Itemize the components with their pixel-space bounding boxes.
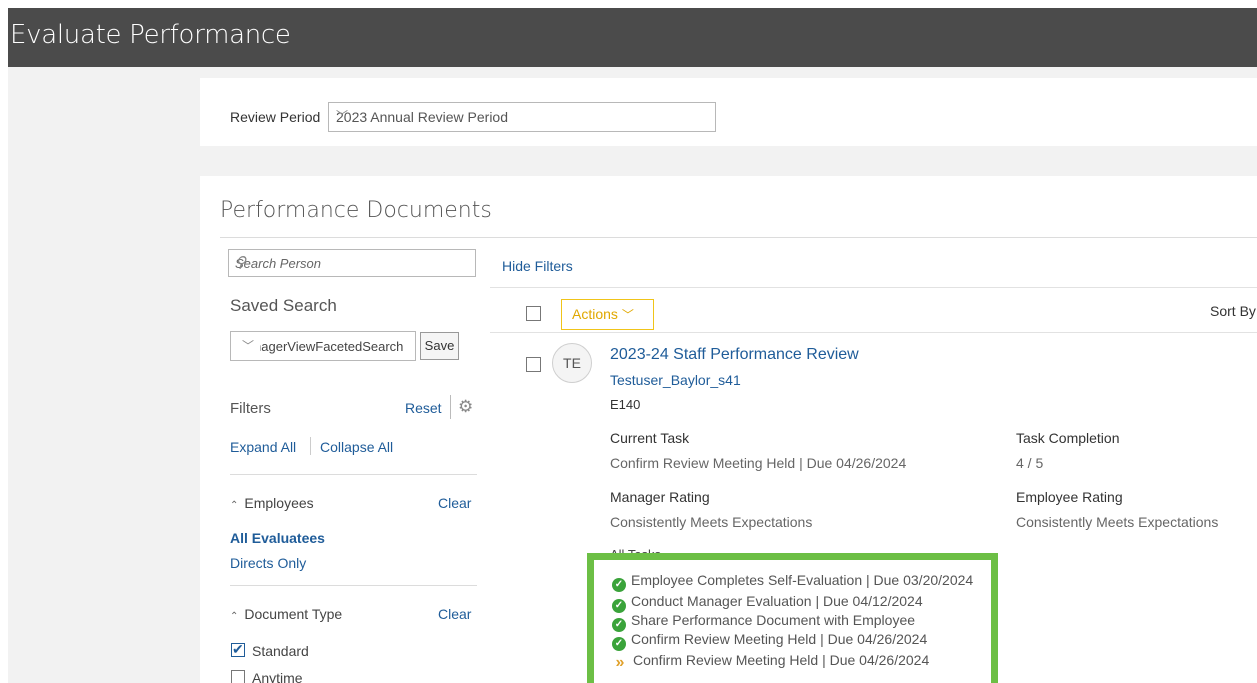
- saved-search-label: Saved Search: [230, 296, 337, 315]
- employees-facet-header[interactable]: ⌃ Employees: [230, 495, 314, 511]
- avatar: TE: [552, 343, 592, 383]
- filters-label: Filters: [230, 400, 271, 417]
- anytime-label: Anytime: [252, 670, 303, 683]
- search-person-input[interactable]: Search Person ⚲: [228, 249, 476, 277]
- employee-rating-value: Consistently Meets Expectations: [1016, 514, 1219, 530]
- document-type-clear-link[interactable]: Clear: [438, 606, 471, 622]
- divider: [490, 287, 1257, 288]
- task-completion-label: Task Completion: [1016, 430, 1120, 446]
- document-title-link[interactable]: 2023-24 Staff Performance Review: [610, 346, 859, 364]
- standard-checkbox[interactable]: [231, 641, 245, 658]
- sort-by-label[interactable]: Sort By: [1210, 303, 1256, 319]
- filter-option-directs-only[interactable]: Directs Only: [230, 555, 306, 571]
- row-checkbox[interactable]: [526, 357, 541, 372]
- task-item: ✓ Conduct Manager Evaluation | Due 04/12/…: [612, 593, 923, 613]
- gear-icon[interactable]: ⚙: [458, 397, 473, 417]
- reset-link[interactable]: Reset: [405, 400, 442, 416]
- chevron-down-icon: ﹀: [336, 109, 349, 123]
- double-chevron-right-icon: »: [615, 654, 625, 671]
- standard-label: Standard: [252, 643, 309, 659]
- review-period-panel: Review Period 2023 Annual Review Period …: [200, 78, 1257, 146]
- check-circle-icon: ✓: [612, 637, 626, 651]
- search-icon[interactable]: ⚲: [235, 253, 468, 271]
- actions-button[interactable]: Actions ﹀: [561, 299, 654, 330]
- page-title: Evaluate Performance: [10, 20, 291, 50]
- current-task-label: Current Task: [610, 430, 690, 446]
- expand-all-link[interactable]: Expand All: [230, 439, 296, 455]
- chevron-down-icon: ﹀: [621, 308, 634, 322]
- task-item: ✓ Share Performance Document with Employe…: [612, 612, 915, 632]
- current-task-value: Confirm Review Meeting Held | Due 04/26/…: [610, 455, 907, 471]
- hide-filters-link[interactable]: Hide Filters: [502, 258, 573, 274]
- review-period-label: Review Period: [230, 109, 321, 125]
- divider: [450, 395, 451, 419]
- divider: [230, 585, 477, 586]
- manager-rating-value: Consistently Meets Expectations: [610, 514, 813, 530]
- person-number: E140: [610, 397, 641, 412]
- divider: [490, 332, 1257, 333]
- manager-rating-label: Manager Rating: [610, 489, 710, 505]
- check-circle-icon: ✓: [612, 618, 626, 632]
- saved-search-select[interactable]: ManagerViewFacetedSearch ﹀: [230, 331, 416, 361]
- anytime-checkbox[interactable]: [231, 670, 245, 683]
- divider: [230, 474, 477, 475]
- caret-up-icon: ⌃: [230, 500, 239, 511]
- task-item-current: » Confirm Review Meeting Held | Due 04/26…: [612, 652, 930, 671]
- section-title: Performance Documents: [220, 198, 492, 223]
- caret-up-icon: ⌃: [230, 611, 239, 622]
- task-completion-value: 4 / 5: [1016, 455, 1044, 471]
- saved-search-value: ManagerViewFacetedSearch: [236, 339, 404, 354]
- app-header: Evaluate Performance: [8, 8, 1257, 67]
- chevron-down-icon: ﹀: [236, 332, 260, 360]
- review-period-select[interactable]: 2023 Annual Review Period ﹀: [328, 102, 716, 132]
- divider: [310, 437, 311, 455]
- collapse-all-link[interactable]: Collapse All: [320, 439, 393, 455]
- document-type-facet-header[interactable]: ⌃ Document Type: [230, 606, 342, 622]
- check-circle-icon: ✓: [612, 578, 626, 592]
- divider: [220, 237, 1257, 238]
- select-all-checkbox[interactable]: [526, 306, 541, 321]
- check-circle-icon: ✓: [612, 599, 626, 613]
- person-name-link[interactable]: Testuser_Baylor_s41: [610, 372, 741, 388]
- employee-rating-label: Employee Rating: [1016, 489, 1123, 505]
- task-item: ✓ Confirm Review Meeting Held | Due 04/26…: [612, 631, 927, 651]
- filter-option-all-evaluatees[interactable]: All Evaluatees: [230, 530, 325, 546]
- task-item: ✓ Employee Completes Self-Evaluation | Du…: [612, 572, 973, 592]
- save-button[interactable]: Save: [420, 332, 459, 360]
- performance-documents-panel: Performance Documents Search Person ⚲ Sa…: [200, 176, 1257, 683]
- employees-clear-link[interactable]: Clear: [438, 495, 471, 511]
